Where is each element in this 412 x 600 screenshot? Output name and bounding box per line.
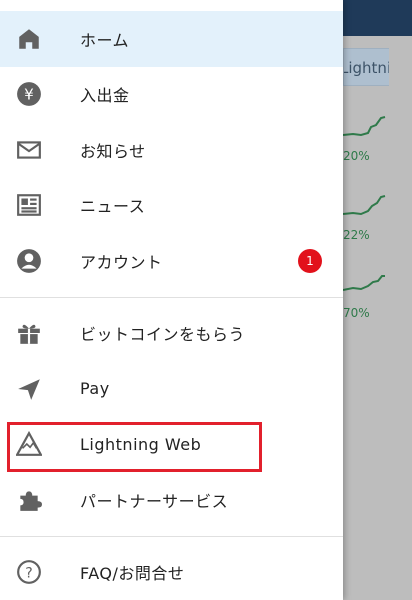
- drawer-item-home[interactable]: ホーム: [0, 11, 343, 67]
- background-market-row: 22%: [343, 192, 412, 242]
- drawer-item-label: ホーム: [80, 30, 130, 50]
- drawer-item-label: Pay: [80, 379, 110, 399]
- send-icon: [16, 376, 42, 402]
- background-header: [343, 0, 412, 36]
- help-icon: ?: [16, 559, 42, 585]
- drawer-divider: [0, 535, 343, 537]
- drawer-divider: [0, 296, 343, 298]
- yen-icon: ¥: [16, 81, 42, 107]
- navigation-drawer: ホーム ¥ 入出金 お知らせ ニュース アカウント 1 ビットコインをもらう P…: [0, 0, 343, 600]
- home-icon: [16, 26, 42, 52]
- drawer-item-faq[interactable]: ? FAQ/お問合せ: [0, 545, 343, 600]
- drawer-item-deposit-withdraw[interactable]: ¥ 入出金: [0, 67, 343, 123]
- drawer-item-partner-services[interactable]: パートナーサービス: [0, 472, 343, 528]
- highlight-box: [7, 422, 262, 472]
- percent-change-3: 70%: [343, 306, 370, 320]
- drawer-item-get-bitcoin[interactable]: ビットコインをもらう: [0, 306, 343, 362]
- news-icon: [16, 192, 42, 218]
- drawer-item-label: お知らせ: [80, 141, 146, 161]
- drawer-item-label: FAQ/お問合せ: [80, 564, 185, 584]
- background-market-row: 70%: [343, 270, 412, 320]
- gift-icon: [16, 320, 42, 346]
- drawer-item-notifications[interactable]: お知らせ: [0, 122, 343, 178]
- drawer-top-strip: [0, 0, 343, 11]
- drawer-item-label: パートナーサービス: [80, 491, 229, 511]
- background-market-row: 20%: [343, 113, 412, 163]
- sparkline-1: [343, 116, 386, 137]
- account-icon: [16, 248, 42, 274]
- drawer-item-label: ニュース: [80, 197, 146, 217]
- drawer-item-label: アカウント: [80, 252, 163, 272]
- mail-icon: [16, 137, 42, 163]
- drawer-item-label: ビットコインをもらう: [80, 325, 246, 345]
- svg-text:?: ?: [25, 566, 32, 582]
- percent-change-1: 20%: [343, 149, 370, 163]
- sparkline-3: [343, 275, 385, 291]
- sparkline-2: [343, 195, 386, 216]
- percent-change-2: 22%: [343, 228, 370, 242]
- drawer-item-account[interactable]: アカウント 1: [0, 233, 343, 289]
- svg-text:¥: ¥: [24, 86, 34, 104]
- puzzle-icon: [16, 487, 42, 513]
- notification-badge: 1: [298, 248, 322, 273]
- drawer-item-label: 入出金: [80, 86, 130, 106]
- drawer-item-news[interactable]: ニュース: [0, 178, 343, 234]
- background-tab-chip: Lightning: [343, 48, 389, 86]
- drawer-item-pay[interactable]: Pay: [0, 361, 343, 417]
